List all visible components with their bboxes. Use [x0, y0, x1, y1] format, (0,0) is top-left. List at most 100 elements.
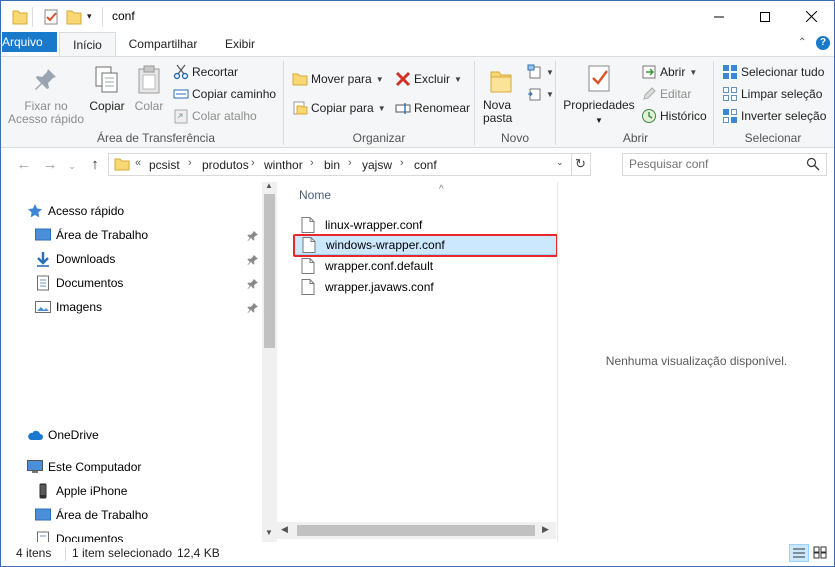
list-item-selected[interactable]: windows-wrapper.conf — [293, 235, 557, 255]
rename-button[interactable]: Renomear — [395, 98, 470, 118]
chevron-down-icon: ▼ — [595, 116, 603, 125]
copy-path-button[interactable]: Copiar caminho — [173, 84, 276, 104]
new-item-icon — [527, 64, 543, 80]
pin-quick-access-label: Fixar no Acesso rápido — [7, 99, 85, 126]
scroll-right-icon[interactable]: ▶ — [542, 524, 549, 535]
nav-item-pc-desktop[interactable]: Área de Trabalho — [35, 504, 148, 526]
nav-scrollbar-thumb[interactable] — [264, 194, 275, 348]
nav-item-desktop[interactable]: Área de Trabalho — [35, 224, 148, 246]
select-all-button[interactable]: Selecionar tudo — [722, 62, 824, 82]
list-item[interactable]: wrapper.conf.default — [293, 256, 557, 276]
pin-icon[interactable] — [247, 254, 259, 266]
back-arrow-icon[interactable]: ← — [15, 156, 33, 174]
maximize-button[interactable] — [742, 1, 788, 32]
edit-button[interactable]: Editar — [641, 84, 691, 104]
copy-folder-icon — [292, 100, 308, 116]
tab-view[interactable]: Exibir — [213, 32, 267, 56]
nav-quick-access[interactable]: Acesso rápido — [27, 200, 124, 222]
move-folder-icon — [292, 71, 308, 87]
nav-item-documents[interactable]: Documentos — [35, 272, 123, 294]
invert-selection-button[interactable]: Inverter seleção — [722, 106, 826, 126]
up-arrow-icon[interactable]: ↑ — [86, 156, 104, 174]
chevron-right-icon[interactable]: › — [310, 157, 314, 169]
nav-item-iphone[interactable]: Apple iPhone — [35, 480, 127, 502]
move-to-button[interactable]: Mover para ▼ — [292, 69, 384, 89]
file-list-hscrollbar[interactable]: ◀ ▶ — [277, 522, 556, 539]
nav-item-label: Área de Trabalho — [56, 228, 149, 242]
forward-arrow-icon[interactable]: → — [41, 156, 59, 174]
select-none-label: Limpar seleção — [741, 87, 823, 101]
list-item[interactable]: linux-wrapper.conf — [293, 215, 557, 235]
chevron-right-icon[interactable]: › — [348, 157, 352, 169]
scroll-up-icon[interactable]: ▲ — [265, 182, 273, 190]
address-bar[interactable]: « pcsist › produtos › winthor › bin › ya… — [108, 153, 591, 176]
copy-to-button[interactable]: Copiar para ▼ — [292, 98, 386, 118]
status-size: 12,4 KB — [177, 546, 220, 560]
scroll-left-icon[interactable]: ◀ — [281, 524, 288, 535]
breadcrumb-overflow[interactable]: « — [135, 157, 141, 169]
tab-home[interactable]: Início — [59, 32, 116, 57]
chevron-right-icon[interactable]: › — [400, 157, 404, 169]
breadcrumb-item[interactable]: winthor — [264, 158, 303, 172]
pin-icon[interactable] — [247, 278, 259, 290]
new-folder-button[interactable]: Nova pasta — [483, 65, 519, 125]
copy-button[interactable]: Copiar — [87, 65, 127, 113]
refresh-icon[interactable]: ↻ — [575, 156, 586, 172]
file-list-hscrollbar-thumb[interactable] — [297, 525, 535, 536]
clipboard-group-label: Área de Transferência — [96, 131, 216, 145]
pin-quick-access-button[interactable]: Fixar no Acesso rápido — [7, 67, 85, 126]
minimize-button[interactable] — [696, 1, 742, 32]
chevron-right-icon[interactable]: › — [251, 157, 255, 169]
nav-onedrive-label: OneDrive — [48, 428, 99, 442]
customize-quick-access-icon[interactable]: ▾ — [87, 11, 92, 29]
pin-icon — [35, 69, 56, 90]
properties-quick-icon[interactable] — [43, 8, 59, 26]
chevron-right-icon[interactable]: › — [188, 157, 192, 169]
new-folder-quick-icon[interactable] — [66, 8, 82, 26]
nav-onedrive[interactable]: OneDrive — [27, 424, 99, 446]
nav-item-pc-documents[interactable]: Documentos — [35, 528, 123, 542]
history-button[interactable]: Histórico — [641, 106, 707, 126]
properties-button[interactable]: Propriedades ▼ — [563, 63, 635, 127]
collapse-ribbon-icon[interactable]: ⌃ — [798, 37, 806, 48]
search-box[interactable] — [622, 153, 827, 176]
large-icons-view-icon[interactable] — [811, 544, 831, 562]
nav-item-pictures[interactable]: Imagens — [35, 296, 102, 318]
column-header-name[interactable]: Nome ^ — [299, 184, 444, 202]
breadcrumb-item[interactable]: bin — [324, 158, 340, 172]
paste-label: Colar — [134, 99, 164, 113]
close-button[interactable] — [788, 1, 834, 32]
breadcrumb-item[interactable]: pcsist — [149, 158, 180, 172]
search-icon[interactable] — [806, 157, 820, 174]
search-input[interactable] — [629, 157, 799, 171]
delete-button[interactable]: Excluir ▼ — [395, 69, 462, 89]
scroll-down-icon[interactable]: ▼ — [265, 528, 273, 537]
nav-scrollbar[interactable]: ▲ ▼ — [262, 182, 277, 542]
breadcrumb-item[interactable]: produtos — [202, 158, 249, 172]
details-view-icon[interactable] — [789, 544, 809, 562]
tab-share[interactable]: Compartilhar — [118, 32, 208, 56]
paste-shortcut-button[interactable]: Colar atalho — [173, 106, 257, 126]
breadcrumb-item[interactable]: conf — [414, 158, 437, 172]
paste-shortcut-icon — [173, 108, 189, 124]
pictures-icon — [35, 299, 51, 315]
pin-icon[interactable] — [247, 302, 259, 314]
breadcrumb-item[interactable]: yajsw — [362, 158, 392, 172]
paste-button[interactable]: Colar — [131, 65, 167, 113]
select-none-button[interactable]: Limpar seleção — [722, 84, 822, 104]
easy-access-button[interactable]: ▼ — [527, 84, 554, 104]
recent-locations-icon[interactable]: ⌄ — [63, 157, 81, 175]
help-icon[interactable]: ? — [816, 36, 830, 50]
explorer-window: ▾ conf Arquivo Início Compartilhar Exibi… — [0, 0, 835, 567]
list-item[interactable]: wrapper.javaws.conf — [293, 277, 557, 297]
open-button[interactable]: Abrir ▼ — [641, 62, 697, 82]
edit-pencil-icon — [641, 86, 657, 102]
nav-this-pc[interactable]: Este Computador — [27, 456, 141, 478]
address-dropdown-icon[interactable]: ⌄ — [556, 157, 564, 168]
nav-item-downloads[interactable]: Downloads — [35, 248, 115, 270]
cut-button[interactable]: Recortar — [173, 62, 238, 82]
pin-icon[interactable] — [247, 230, 259, 242]
tab-file[interactable]: Arquivo — [2, 32, 57, 52]
copy-path-icon — [173, 86, 189, 102]
new-item-button[interactable]: ▼ — [527, 62, 554, 82]
